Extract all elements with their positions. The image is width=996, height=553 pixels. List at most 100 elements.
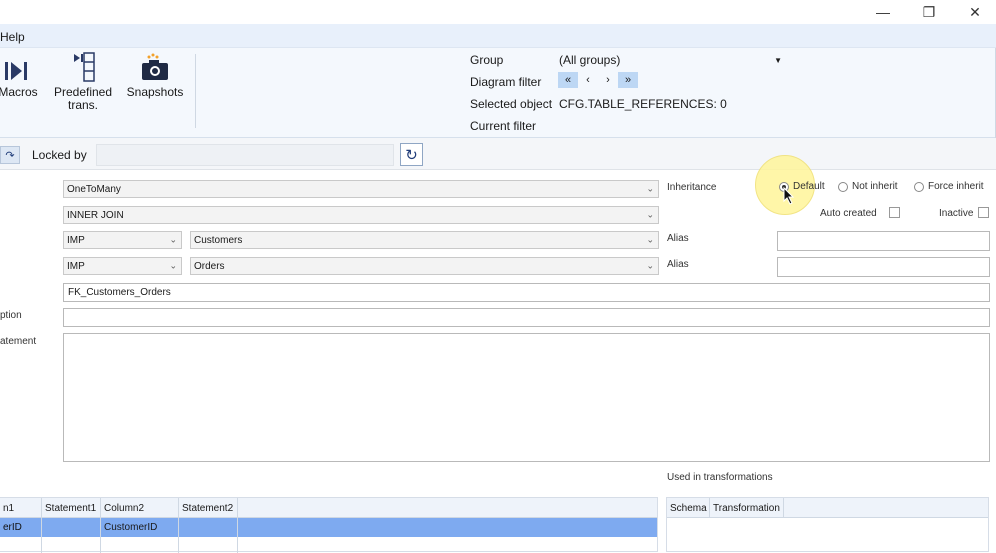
- auto-created-checkbox[interactable]: [889, 207, 900, 218]
- mouse-cursor-icon: [783, 186, 795, 210]
- column-header-label: Schema: [670, 502, 707, 514]
- minimize-icon: —: [876, 4, 890, 20]
- cell-text: CustomerID: [104, 522, 158, 533]
- snapshots-label: Snapshots: [126, 85, 184, 99]
- chevron-down-icon: ⌄: [646, 209, 654, 220]
- right-table-select[interactable]: Orders ⌄: [190, 257, 659, 275]
- chevron-down-icon: ⌄: [646, 260, 654, 271]
- column-header[interactable]: Statement1: [42, 498, 101, 518]
- title-bar: — ❐ ✕: [0, 0, 996, 24]
- columns-grid-header: n1 Statement1 Column2 Statement2: [0, 498, 657, 518]
- alias2-field[interactable]: [777, 257, 990, 277]
- statement-label: atement: [0, 336, 37, 347]
- transformations-grid: Schema Transformation: [666, 497, 989, 552]
- table-cell: [42, 537, 101, 553]
- selected-object-value: CFG.TABLE_REFERENCES: 0: [559, 97, 727, 111]
- column-header-label: n1: [3, 502, 15, 514]
- table-cell: [101, 537, 179, 553]
- alias1-field[interactable]: [777, 231, 990, 251]
- column-header[interactable]: Column2: [101, 498, 179, 518]
- description-label: ption: [0, 310, 22, 321]
- column-header-label: Statement1: [45, 502, 97, 514]
- alias1-label: Alias: [667, 233, 689, 244]
- macros-button[interactable]: Macros: [0, 52, 38, 99]
- chevron-down-icon: ▼: [774, 55, 782, 65]
- group-select[interactable]: (All groups) ▼: [556, 51, 786, 69]
- table-cell: [179, 518, 238, 537]
- menu-help[interactable]: Help: [0, 30, 25, 44]
- alias2-label: Alias: [667, 259, 689, 270]
- auto-created-label: Auto created: [820, 208, 877, 219]
- table-cell: [179, 537, 238, 553]
- column-header[interactable]: n1: [0, 498, 42, 518]
- table-row[interactable]: erID CustomerID: [0, 518, 657, 537]
- inheritance-not-inherit-radio[interactable]: Not inherit: [838, 181, 898, 192]
- table-cell: CustomerID: [101, 518, 179, 537]
- cell-text: erID: [3, 522, 22, 533]
- refresh-icon: ↻: [405, 146, 418, 164]
- inactive-label: Inactive: [939, 208, 974, 219]
- join-type-select[interactable]: INNER JOIN ⌄: [63, 206, 659, 224]
- cardinality-select[interactable]: OneToMany ⌄: [63, 180, 659, 198]
- locked-by-label: Locked by: [32, 148, 87, 162]
- column-header-label: Statement2: [182, 502, 234, 514]
- table-cell: [0, 537, 42, 553]
- macros-label: Macros: [0, 85, 38, 99]
- refresh-button[interactable]: ↻: [400, 143, 423, 166]
- left-schema-value: IMP: [67, 234, 85, 246]
- prev-icon: ‹: [586, 74, 590, 86]
- first-icon: «: [564, 74, 572, 86]
- column-header[interactable]: Schema: [667, 498, 710, 518]
- description-field[interactable]: [63, 308, 990, 327]
- column-header-label: Transformation: [713, 502, 780, 514]
- diagram-filter-label: Diagram filter: [470, 75, 542, 89]
- predefined-trans-icon: [70, 52, 96, 82]
- inheritance-force-inherit-label: Force inherit: [928, 181, 984, 192]
- left-table-select[interactable]: Customers ⌄: [190, 231, 659, 249]
- chevron-down-icon: ⌄: [646, 183, 654, 194]
- table-row[interactable]: [0, 537, 657, 553]
- cardinality-value: OneToMany: [67, 183, 121, 195]
- left-table-value: Customers: [194, 234, 243, 246]
- radio-icon: [838, 181, 848, 192]
- columns-grid: n1 Statement1 Column2 Statement2 erID Cu…: [0, 497, 658, 553]
- prev-button[interactable]: ‹: [578, 72, 598, 88]
- name-value: FK_Customers_Orders: [68, 287, 171, 298]
- menu-bar: Help: [0, 24, 996, 48]
- inheritance-label: Inheritance: [667, 182, 717, 193]
- current-filter-label: Current filter: [470, 119, 537, 133]
- redo-icon: ↷: [5, 149, 15, 162]
- diagram-filter-nav: « ‹ › »: [558, 72, 638, 88]
- group-value: (All groups): [559, 53, 621, 67]
- camera-icon: [139, 52, 171, 82]
- first-button[interactable]: «: [558, 72, 578, 88]
- snapshots-button[interactable]: Snapshots: [124, 52, 186, 99]
- column-header[interactable]: Statement2: [179, 498, 238, 518]
- right-schema-select[interactable]: IMP ⌄: [63, 257, 182, 275]
- minimize-button[interactable]: —: [860, 0, 906, 24]
- table-cell: [42, 518, 101, 537]
- predefined-trans-button[interactable]: Predefined trans.: [52, 52, 114, 112]
- statement-textarea[interactable]: [63, 333, 990, 462]
- last-button[interactable]: »: [618, 72, 638, 88]
- used-in-transformations-label: Used in transformations: [667, 472, 773, 483]
- restore-icon: ❐: [922, 3, 936, 20]
- next-icon: ›: [606, 74, 610, 86]
- locked-by-field[interactable]: [96, 144, 394, 166]
- redo-button[interactable]: ↷: [0, 146, 20, 164]
- ribbon-separator: [195, 54, 196, 128]
- chevron-down-icon: ⌄: [646, 234, 654, 245]
- chevron-down-icon: ⌄: [169, 234, 177, 245]
- right-table-value: Orders: [194, 260, 225, 272]
- chevron-down-icon: ⌄: [169, 260, 177, 271]
- close-button[interactable]: ✕: [952, 0, 996, 24]
- inheritance-not-inherit-label: Not inherit: [852, 181, 898, 192]
- restore-button[interactable]: ❐: [906, 0, 952, 24]
- macros-icon: [3, 52, 33, 82]
- inactive-checkbox[interactable]: [978, 207, 989, 218]
- left-schema-select[interactable]: IMP ⌄: [63, 231, 182, 249]
- name-field[interactable]: FK_Customers_Orders: [63, 283, 990, 302]
- inheritance-force-inherit-radio[interactable]: Force inherit: [914, 181, 984, 192]
- next-button[interactable]: ›: [598, 72, 618, 88]
- column-header[interactable]: Transformation: [710, 498, 784, 518]
